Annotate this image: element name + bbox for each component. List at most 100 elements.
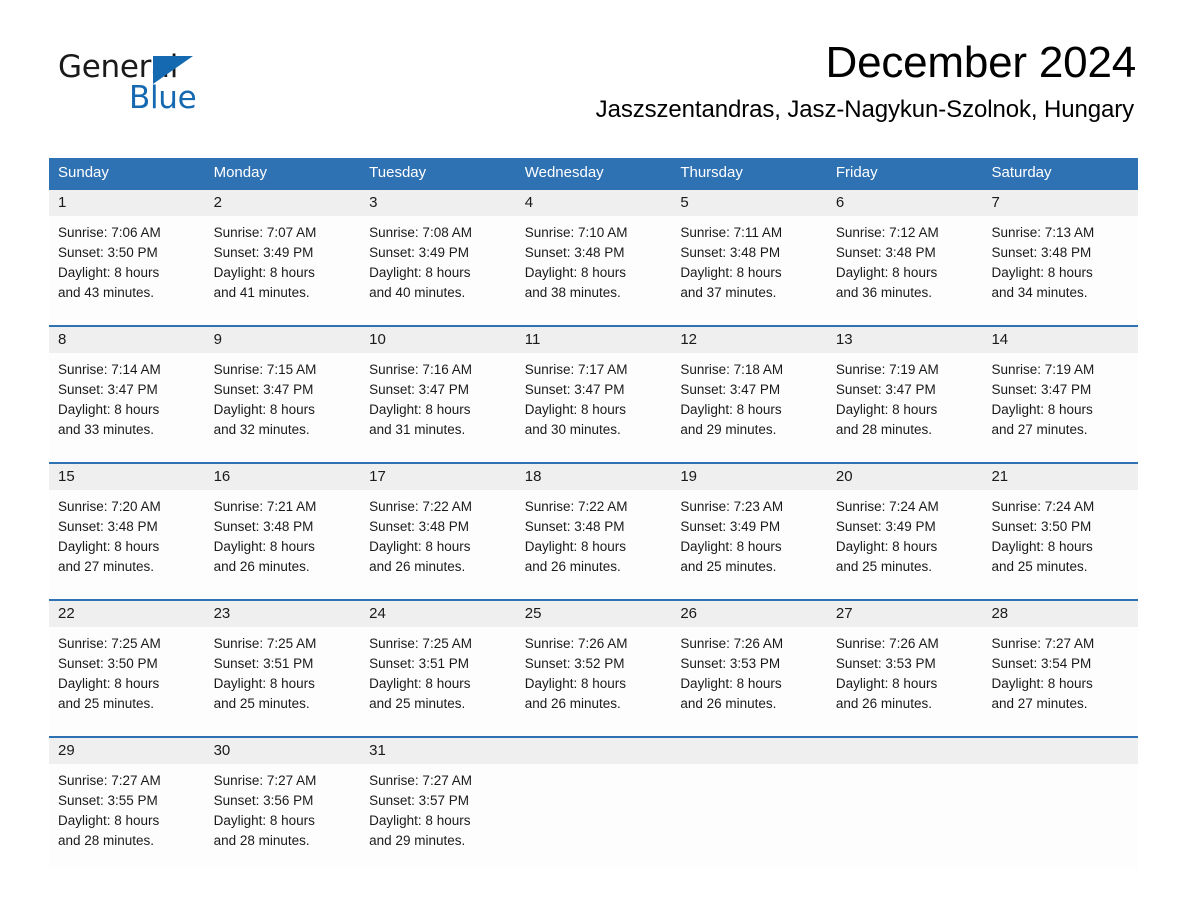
daylight-text-line1: Daylight: 8 hours <box>58 265 160 280</box>
calendar-week-row: 15 16 17 18 19 20 21 Sunrise: 7:20 AM Su… <box>49 462 1138 599</box>
week-detail-band: Sunrise: 7:27 AM Sunset: 3:55 PM Dayligh… <box>49 764 1138 869</box>
daylight-text-line2: and 25 minutes. <box>680 559 777 574</box>
day-cell[interactable]: Sunrise: 7:24 AM Sunset: 3:49 PM Dayligh… <box>827 490 983 599</box>
day-cell[interactable]: Sunrise: 7:13 AM Sunset: 3:48 PM Dayligh… <box>982 216 1138 325</box>
day-number[interactable]: 9 <box>205 327 361 353</box>
sunrise-text: Sunrise: 7:25 AM <box>369 636 472 651</box>
day-cell[interactable]: Sunrise: 7:22 AM Sunset: 3:48 PM Dayligh… <box>360 490 516 599</box>
day-number[interactable]: 22 <box>49 601 205 627</box>
sunset-text: Sunset: 3:48 PM <box>58 519 158 534</box>
day-cell[interactable]: Sunrise: 7:27 AM Sunset: 3:56 PM Dayligh… <box>205 764 361 869</box>
day-cell[interactable]: Sunrise: 7:24 AM Sunset: 3:50 PM Dayligh… <box>982 490 1138 599</box>
day-cell[interactable]: Sunrise: 7:19 AM Sunset: 3:47 PM Dayligh… <box>982 353 1138 462</box>
day-cell[interactable]: Sunrise: 7:18 AM Sunset: 3:47 PM Dayligh… <box>671 353 827 462</box>
day-number[interactable]: 4 <box>516 190 672 216</box>
day-cell[interactable]: Sunrise: 7:27 AM Sunset: 3:55 PM Dayligh… <box>49 764 205 869</box>
day-cell[interactable]: Sunrise: 7:20 AM Sunset: 3:48 PM Dayligh… <box>49 490 205 599</box>
daylight-text-line1: Daylight: 8 hours <box>680 676 782 691</box>
daylight-text-line2: and 26 minutes. <box>524 559 621 574</box>
day-cell[interactable]: Sunrise: 7:26 AM Sunset: 3:53 PM Dayligh… <box>827 627 983 736</box>
day-cell[interactable]: Sunrise: 7:08 AM Sunset: 3:49 PM Dayligh… <box>360 216 516 325</box>
day-cell[interactable]: Sunrise: 7:25 AM Sunset: 3:51 PM Dayligh… <box>205 627 361 736</box>
daylight-text-line1: Daylight: 8 hours <box>213 813 315 828</box>
daylight-text-line1: Daylight: 8 hours <box>213 402 315 417</box>
brand-logo[interactable]: General Blue <box>58 52 258 118</box>
day-number[interactable]: 5 <box>671 190 827 216</box>
day-number[interactable]: 13 <box>827 327 983 353</box>
day-cell[interactable]: Sunrise: 7:11 AM Sunset: 3:48 PM Dayligh… <box>671 216 827 325</box>
day-number[interactable]: 10 <box>360 327 516 353</box>
day-number[interactable]: 27 <box>827 601 983 627</box>
day-cell[interactable]: Sunrise: 7:27 AM Sunset: 3:54 PM Dayligh… <box>982 627 1138 736</box>
day-cell[interactable]: Sunrise: 7:14 AM Sunset: 3:47 PM Dayligh… <box>49 353 205 462</box>
day-cell[interactable]: Sunrise: 7:26 AM Sunset: 3:52 PM Dayligh… <box>516 627 672 736</box>
brand-word-blue: Blue <box>129 80 197 116</box>
day-cell[interactable]: Sunrise: 7:16 AM Sunset: 3:47 PM Dayligh… <box>360 353 516 462</box>
daylight-text-line1: Daylight: 8 hours <box>991 402 1093 417</box>
day-cell[interactable]: Sunrise: 7:27 AM Sunset: 3:57 PM Dayligh… <box>360 764 516 869</box>
day-number[interactable]: 12 <box>671 327 827 353</box>
sunset-text: Sunset: 3:47 PM <box>58 382 158 397</box>
sunset-text: Sunset: 3:49 PM <box>680 519 781 534</box>
sunset-text: Sunset: 3:48 PM <box>680 245 781 260</box>
day-cell[interactable]: Sunrise: 7:12 AM Sunset: 3:48 PM Dayligh… <box>827 216 983 325</box>
sunset-text: Sunset: 3:47 PM <box>524 382 625 397</box>
daylight-text-line1: Daylight: 8 hours <box>213 539 315 554</box>
day-number[interactable]: 15 <box>49 464 205 490</box>
day-number[interactable]: 6 <box>827 190 983 216</box>
day-cell[interactable]: Sunrise: 7:07 AM Sunset: 3:49 PM Dayligh… <box>205 216 361 325</box>
daylight-text-line1: Daylight: 8 hours <box>991 676 1093 691</box>
daylight-text-line2: and 41 minutes. <box>213 285 310 300</box>
day-number-empty <box>827 738 983 764</box>
day-cell[interactable]: Sunrise: 7:23 AM Sunset: 3:49 PM Dayligh… <box>671 490 827 599</box>
week-detail-band: Sunrise: 7:06 AM Sunset: 3:50 PM Dayligh… <box>49 216 1138 325</box>
day-cell[interactable]: Sunrise: 7:25 AM Sunset: 3:50 PM Dayligh… <box>49 627 205 736</box>
day-number[interactable]: 8 <box>49 327 205 353</box>
day-number[interactable]: 25 <box>516 601 672 627</box>
day-cell[interactable]: Sunrise: 7:21 AM Sunset: 3:48 PM Dayligh… <box>205 490 361 599</box>
day-number[interactable]: 24 <box>360 601 516 627</box>
sunset-text: Sunset: 3:48 PM <box>991 245 1092 260</box>
day-number-empty <box>516 738 672 764</box>
daylight-text-line1: Daylight: 8 hours <box>213 676 315 691</box>
day-number[interactable]: 20 <box>827 464 983 490</box>
daylight-text-line2: and 37 minutes. <box>680 285 777 300</box>
day-number[interactable]: 3 <box>360 190 516 216</box>
sunrise-text: Sunrise: 7:17 AM <box>524 362 628 377</box>
day-cell[interactable]: Sunrise: 7:15 AM Sunset: 3:47 PM Dayligh… <box>205 353 361 462</box>
daylight-text-line1: Daylight: 8 hours <box>369 539 471 554</box>
day-number[interactable]: 17 <box>360 464 516 490</box>
day-number[interactable]: 11 <box>516 327 672 353</box>
week-daynumber-band: 1 2 3 4 5 6 7 <box>49 190 1138 216</box>
day-cell[interactable]: Sunrise: 7:25 AM Sunset: 3:51 PM Dayligh… <box>360 627 516 736</box>
day-number[interactable]: 7 <box>982 190 1138 216</box>
weekday-header-sunday: Sunday <box>58 164 109 181</box>
day-number[interactable]: 31 <box>360 738 516 764</box>
day-number[interactable]: 28 <box>982 601 1138 627</box>
day-cell[interactable]: Sunrise: 7:06 AM Sunset: 3:50 PM Dayligh… <box>49 216 205 325</box>
sunset-text: Sunset: 3:49 PM <box>213 245 314 260</box>
daylight-text-line2: and 33 minutes. <box>58 422 155 437</box>
day-number[interactable]: 19 <box>671 464 827 490</box>
day-cell[interactable]: Sunrise: 7:17 AM Sunset: 3:47 PM Dayligh… <box>516 353 672 462</box>
daylight-text-line2: and 25 minutes. <box>213 696 310 711</box>
daylight-text-line2: and 28 minutes. <box>835 422 932 437</box>
day-number[interactable]: 30 <box>205 738 361 764</box>
daylight-text-line2: and 26 minutes. <box>369 559 466 574</box>
day-number[interactable]: 23 <box>205 601 361 627</box>
sunset-text: Sunset: 3:48 PM <box>835 245 936 260</box>
sunrise-text: Sunrise: 7:27 AM <box>213 773 317 788</box>
daylight-text-line2: and 31 minutes. <box>369 422 466 437</box>
day-number[interactable]: 1 <box>49 190 205 216</box>
day-cell[interactable]: Sunrise: 7:10 AM Sunset: 3:48 PM Dayligh… <box>516 216 672 325</box>
day-cell[interactable]: Sunrise: 7:19 AM Sunset: 3:47 PM Dayligh… <box>827 353 983 462</box>
day-number[interactable]: 14 <box>982 327 1138 353</box>
day-number[interactable]: 29 <box>49 738 205 764</box>
day-number[interactable]: 18 <box>516 464 672 490</box>
day-number[interactable]: 16 <box>205 464 361 490</box>
day-cell[interactable]: Sunrise: 7:22 AM Sunset: 3:48 PM Dayligh… <box>516 490 672 599</box>
day-number[interactable]: 26 <box>671 601 827 627</box>
day-cell[interactable]: Sunrise: 7:26 AM Sunset: 3:53 PM Dayligh… <box>671 627 827 736</box>
day-number[interactable]: 21 <box>982 464 1138 490</box>
day-number[interactable]: 2 <box>205 190 361 216</box>
